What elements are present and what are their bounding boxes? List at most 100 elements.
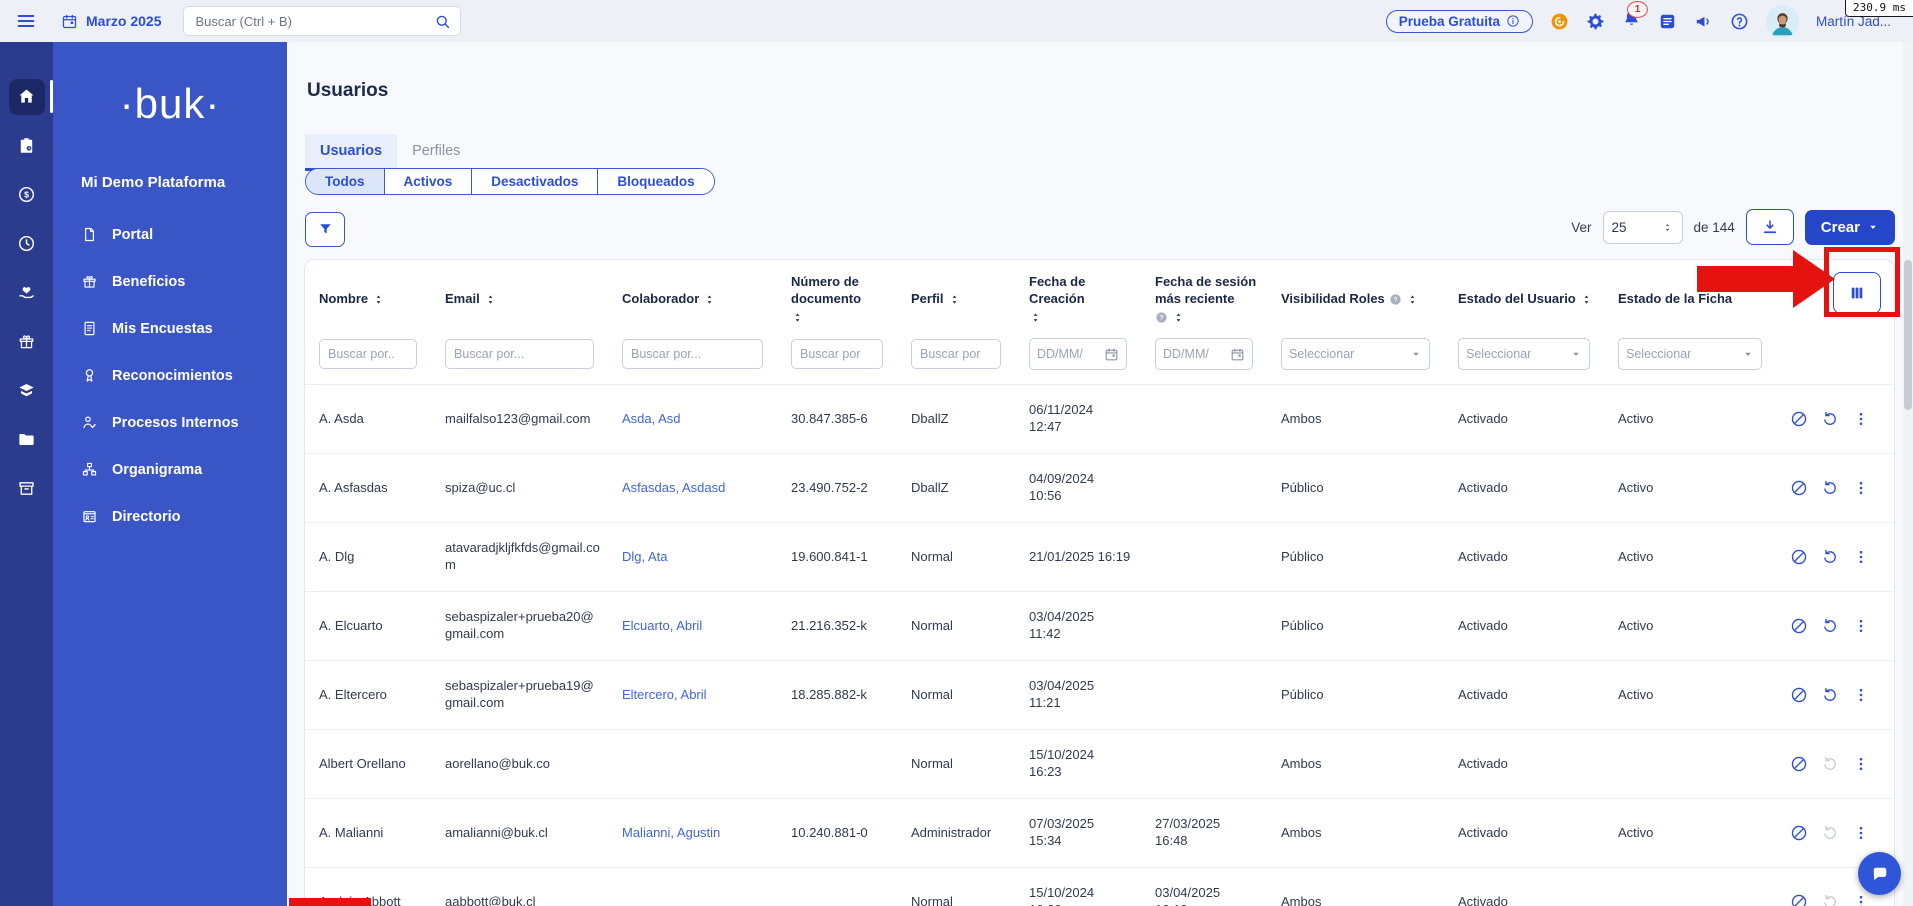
avatar[interactable]: [1766, 5, 1799, 38]
reset-icon[interactable]: [1821, 617, 1839, 635]
column-header-nombre[interactable]: Nombre: [305, 260, 431, 334]
rail-item-home[interactable]: [0, 72, 53, 121]
column-header-email[interactable]: Email: [431, 260, 608, 334]
period-selector[interactable]: Marzo 2025: [61, 13, 161, 30]
colaborador-link[interactable]: Elcuarto, Abril: [622, 618, 702, 633]
sort-icon[interactable]: [1406, 293, 1419, 306]
filter-select-estado_usuario[interactable]: Seleccionar: [1458, 338, 1590, 370]
sort-icon[interactable]: [1172, 311, 1185, 324]
rail-item-education[interactable]: [0, 366, 53, 415]
column-header-colaborador[interactable]: Colaborador: [608, 260, 777, 334]
filter-input-nombre[interactable]: [319, 339, 417, 369]
column-header-perfil[interactable]: Perfil: [897, 260, 1015, 334]
block-icon[interactable]: [1790, 824, 1808, 842]
rail-item-time[interactable]: [0, 219, 53, 268]
column-header-estado_usuario[interactable]: Estado del Usuario: [1444, 260, 1604, 334]
sort-icon[interactable]: [1029, 311, 1042, 324]
block-icon[interactable]: [1790, 479, 1808, 497]
reset-icon[interactable]: [1821, 893, 1839, 906]
sort-icon[interactable]: [1580, 293, 1593, 306]
trial-badge[interactable]: Prueba Gratuita: [1386, 10, 1533, 33]
reset-icon[interactable]: [1821, 824, 1839, 842]
block-icon[interactable]: [1790, 410, 1808, 428]
help-icon[interactable]: ?: [1389, 293, 1402, 306]
reset-icon[interactable]: [1821, 548, 1839, 566]
kebab-icon[interactable]: [1852, 410, 1870, 428]
settings-icon[interactable]: [1586, 12, 1605, 31]
sort-icon[interactable]: [484, 293, 497, 306]
rail-item-folder[interactable]: [0, 415, 53, 464]
column-header-fecha_creacion[interactable]: Fecha de Creación: [1015, 260, 1141, 334]
status-filter-todos[interactable]: Todos: [306, 169, 384, 194]
sidebar-item-portal[interactable]: Portal: [53, 211, 287, 258]
announcements-icon[interactable]: [1694, 12, 1713, 31]
kebab-icon[interactable]: [1852, 755, 1870, 773]
tab-perfiles[interactable]: Perfiles: [397, 134, 475, 171]
block-icon[interactable]: [1790, 686, 1808, 704]
kebab-icon[interactable]: [1852, 548, 1870, 566]
kebab-icon[interactable]: [1852, 893, 1870, 906]
notifications-button[interactable]: 1: [1622, 9, 1641, 34]
rail-item-clipboard[interactable]: [0, 121, 53, 170]
page-size-select[interactable]: 25: [1603, 211, 1683, 244]
rail-item-hand-heart[interactable]: [0, 268, 53, 317]
sort-icon[interactable]: [791, 311, 804, 324]
filter-input-colaborador[interactable]: [622, 339, 763, 369]
tab-usuarios[interactable]: Usuarios: [305, 134, 397, 171]
reset-icon[interactable]: [1821, 686, 1839, 704]
scrollbar[interactable]: [1903, 42, 1913, 906]
sort-icon[interactable]: [948, 293, 961, 306]
rail-item-gift[interactable]: [0, 317, 53, 366]
status-filter-activos[interactable]: Activos: [384, 169, 472, 194]
filter-select-visibilidad[interactable]: Seleccionar: [1281, 338, 1430, 370]
column-header-fecha_sesion[interactable]: Fecha de sesión más reciente?: [1141, 260, 1267, 334]
colaborador-link[interactable]: Asfasdas, Asdasd: [622, 480, 725, 495]
global-search[interactable]: [183, 6, 461, 36]
filter-input-documento[interactable]: [791, 339, 883, 369]
kebab-icon[interactable]: [1852, 824, 1870, 842]
colaborador-link[interactable]: Dlg, Ata: [622, 549, 668, 564]
block-icon[interactable]: [1790, 893, 1808, 906]
reset-icon[interactable]: [1821, 479, 1839, 497]
status-filter-bloqueados[interactable]: Bloqueados: [597, 169, 713, 194]
crear-button[interactable]: Crear: [1805, 210, 1895, 245]
sidebar-item-reconocimientos[interactable]: Reconocimientos: [53, 352, 287, 399]
reset-icon[interactable]: [1821, 410, 1839, 428]
colaborador-link[interactable]: Eltercero, Abril: [622, 687, 707, 702]
filter-button[interactable]: [305, 212, 345, 247]
column-header-visibilidad[interactable]: Visibilidad Roles?: [1267, 260, 1444, 334]
block-icon[interactable]: [1790, 548, 1808, 566]
help-icon[interactable]: [1730, 12, 1749, 31]
filter-select-estado_ficha[interactable]: Seleccionar: [1618, 338, 1762, 370]
filter-date-fecha_creacion[interactable]: DD/MM/: [1029, 338, 1127, 370]
filter-input-perfil[interactable]: [911, 339, 1001, 369]
changelog-icon[interactable]: [1658, 12, 1677, 31]
sidebar-item-directorio[interactable]: Directorio: [53, 493, 287, 540]
kebab-icon[interactable]: [1852, 479, 1870, 497]
block-icon[interactable]: [1790, 617, 1808, 635]
menu-icon[interactable]: [15, 10, 37, 32]
rewards-icon[interactable]: [1550, 12, 1569, 31]
rail-item-payments[interactable]: $: [0, 170, 53, 219]
scrollbar-thumb[interactable]: [1904, 260, 1912, 410]
rail-item-archive[interactable]: [0, 464, 53, 513]
column-header-documento[interactable]: Número de documento: [777, 260, 897, 334]
search-input[interactable]: [193, 13, 434, 30]
kebab-icon[interactable]: [1852, 686, 1870, 704]
chat-fab-button[interactable]: [1858, 852, 1901, 895]
sidebar-item-procesos-internos[interactable]: Procesos Internos: [53, 399, 287, 446]
colaborador-link[interactable]: Malianni, Agustin: [622, 825, 720, 840]
colaborador-link[interactable]: Asda, Asd: [622, 411, 681, 426]
search-icon[interactable]: [434, 13, 451, 30]
sort-icon[interactable]: [372, 293, 385, 306]
kebab-icon[interactable]: [1852, 617, 1870, 635]
filter-date-fecha_sesion[interactable]: DD/MM/: [1155, 338, 1253, 370]
block-icon[interactable]: [1790, 755, 1808, 773]
sort-icon[interactable]: [703, 293, 716, 306]
download-button[interactable]: [1746, 209, 1794, 245]
help-icon[interactable]: ?: [1155, 311, 1168, 324]
sidebar-item-beneficios[interactable]: Beneficios: [53, 258, 287, 305]
status-filter-desactivados[interactable]: Desactivados: [471, 169, 597, 194]
sidebar-item-mis-encuestas[interactable]: Mis Encuestas: [53, 305, 287, 352]
filter-input-email[interactable]: [445, 339, 594, 369]
